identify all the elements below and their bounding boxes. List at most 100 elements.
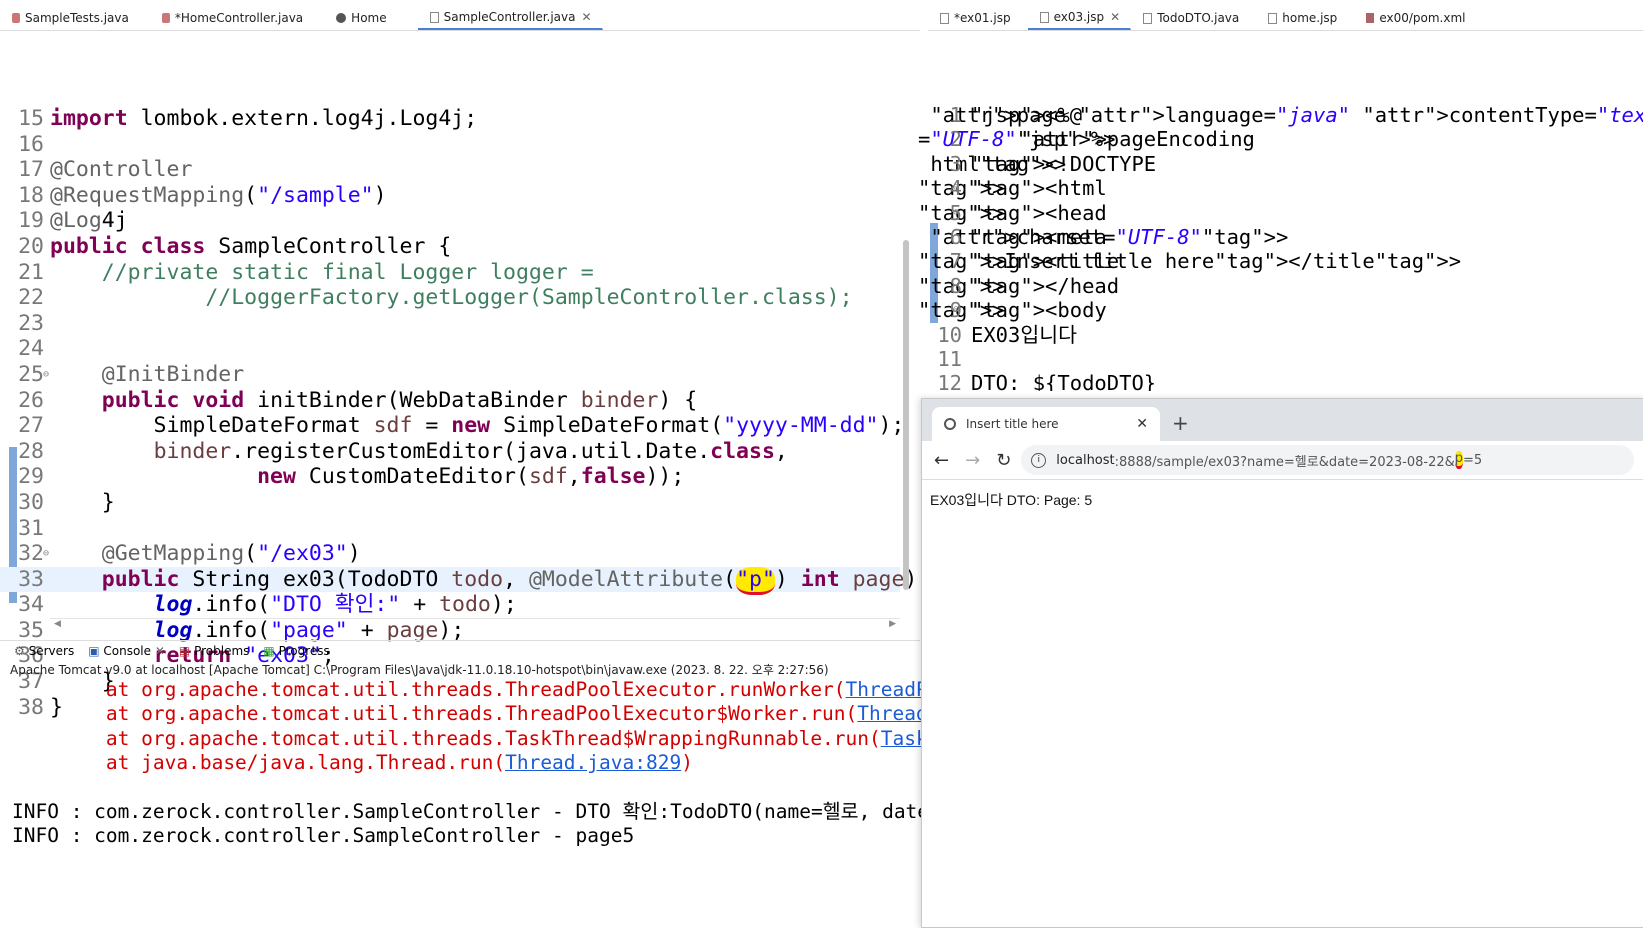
url-query-value: =5 (1463, 452, 1483, 468)
line-number: 22 (18, 285, 44, 311)
code-text: public String ex03(TodoDTO todo, @ModelA… (50, 566, 943, 595)
code-line: 31 (0, 516, 900, 542)
problems-icon: ▤ (178, 643, 191, 658)
line-number: 26 (18, 387, 44, 413)
code-line: 2 "attr">pageEncoding ="UTF-8""jsp">%> (918, 127, 1255, 152)
code-line: 18 @RequestMapping("/sample") (0, 183, 900, 209)
tab-home-controller[interactable]: *HomeController.java (150, 6, 314, 30)
java-editor-tabbar: SampleTests.java *HomeController.java Ho… (0, 0, 920, 31)
tab-pom-xml[interactable]: ex00/pom.xml (1354, 6, 1476, 30)
editor-horizontal-scrollbar[interactable]: ◀ ▶ (50, 618, 900, 631)
code-text: @InitBinder (101, 361, 245, 387)
code-line: 21 //private static final Logger logger … (0, 260, 900, 286)
browser-tab[interactable]: Insert title here ✕ (932, 407, 1160, 441)
tab-home-browser[interactable]: Home (324, 6, 397, 30)
scroll-left-icon[interactable]: ◀ (54, 619, 61, 629)
code-line: 8 "tag"></head "tag">> (918, 273, 1120, 298)
url-host: localhost (1056, 452, 1115, 468)
code-text: "tag"><head (971, 200, 1107, 225)
editor-vertical-scrollbar[interactable] (903, 240, 909, 590)
tab-label: ex00/pom.xml (1379, 11, 1466, 25)
line-number: 28 (18, 438, 44, 464)
code-line: 19 @Log4j (0, 208, 900, 234)
line-number: 15 (18, 106, 44, 131)
code-line: 10 EX03입니다 (918, 323, 1643, 347)
code-text: //LoggerFactory.getLogger(SampleControll… (205, 285, 853, 311)
code-text: SimpleDateFormat sdf = new SimpleDateFor… (50, 413, 905, 439)
close-icon[interactable]: ✕ (582, 10, 592, 24)
tab-label: Problems (194, 643, 250, 658)
code-line: 24 (0, 336, 900, 362)
line-number: 10 (937, 322, 962, 347)
fold-icon[interactable]: ⊖ (953, 176, 959, 200)
close-icon[interactable]: ✕ (1110, 10, 1120, 24)
tab-problems[interactable]: ▤ Problems (179, 644, 249, 658)
console-icon: ▣ (88, 643, 100, 658)
fold-icon[interactable]: ⊖ (43, 362, 49, 388)
code-line: 12 DTO: ${TodoDTO} (918, 371, 1643, 391)
jsp-file-icon (1268, 12, 1278, 24)
tab-tododto[interactable]: TodoDTO.java (1131, 6, 1250, 30)
code-text: public class SampleController { (50, 233, 452, 259)
code-text: @Log4j (50, 208, 128, 234)
code-line: 15 import lombok.extern.log4j.Log4j; (0, 106, 900, 132)
back-icon[interactable]: ← (934, 450, 949, 471)
fold-icon[interactable]: ⊖ (953, 201, 959, 225)
jsp-editor[interactable]: 1 "jsp"><%@ "attr">page "attr">language="… (918, 31, 1643, 391)
url-path: :8888/sample/ex03?name=헬로&date=2023-08-2… (1114, 454, 1455, 470)
line-number: 24 (18, 336, 44, 362)
close-icon[interactable]: ✕ (155, 644, 165, 658)
fold-icon[interactable]: ⊖ (953, 298, 959, 322)
tab-home-jsp[interactable]: home.jsp (1256, 6, 1348, 30)
code-line: 16 (0, 132, 900, 158)
code-line: 3 "tag"><!DOCTYPE html"tag">> (918, 151, 1157, 176)
tab-label: Home (351, 11, 387, 25)
forward-icon[interactable]: → (965, 450, 980, 471)
line-number: 2 (949, 127, 962, 152)
tab-console[interactable]: ▣ Console ✕ (88, 644, 165, 658)
tab-label: Console (103, 643, 152, 658)
console-process-title: Apache Tomcat v9.0 at localhost [Apache … (10, 663, 829, 677)
line-number: 30 (18, 489, 44, 515)
line-number: 25 (18, 361, 44, 387)
fold-icon[interactable]: ⊖ (43, 541, 49, 567)
tab-servers[interactable]: ⚙ Servers (14, 644, 74, 658)
reload-icon[interactable]: ↻ (996, 450, 1011, 471)
stacktrace-link[interactable]: Thread.java:829 (505, 751, 681, 774)
tab-progress[interactable]: ▦ Progress (263, 644, 329, 658)
line-number: 27 (18, 413, 44, 439)
java-file-icon (429, 11, 439, 23)
code-text: //private static final Logger logger = (101, 259, 594, 285)
java-editor[interactable]: 15 import lombok.extern.log4j.Log4j; 16 17 @… (0, 31, 943, 720)
code-line: 33 public String ex03(TodoDTO todo, @Mod… (0, 566, 943, 595)
code-line: 27 SimpleDateFormat sdf = new SimpleDate… (0, 413, 904, 439)
code-line: 28 binder.registerCustomEditor(java.util… (0, 439, 900, 465)
tab-label: home.jsp (1282, 11, 1338, 25)
tab-sample-tests[interactable]: SampleTests.java (0, 6, 140, 30)
code-line: 6 "tag"><meta "attr">charset="UTF-8""tag"… (918, 225, 1643, 249)
code-text: "tag"></head (971, 273, 1120, 298)
line-number: 31 (18, 515, 44, 541)
servers-icon: ⚙ (14, 643, 25, 658)
new-tab-icon[interactable]: + (1172, 411, 1189, 435)
info-icon[interactable]: i (1031, 452, 1047, 468)
scroll-right-icon[interactable]: ▶ (889, 619, 896, 629)
tab-sample-controller[interactable]: SampleController.java ✕ (417, 6, 603, 30)
line-number: 18 (18, 182, 44, 208)
line-number: 33 (18, 566, 44, 592)
browser-tab-title: Insert title here (966, 417, 1059, 431)
line-number: 1 (949, 103, 962, 127)
code-text: log.info("DTO 확인:" + todo); (153, 592, 517, 618)
line-number: 32 (18, 541, 44, 567)
code-line: 5 ⊖ "tag"><head "tag">> (918, 200, 1107, 225)
tab-label: *HomeController.java (174, 11, 304, 25)
tab-ex01-jsp[interactable]: *ex01.jsp (928, 6, 1022, 30)
code-text: binder.registerCustomEditor(java.util.Da… (153, 438, 788, 464)
code-text: "tag"><meta (971, 224, 1107, 249)
tab-ex03-jsp[interactable]: ex03.jsp ✕ (1027, 6, 1132, 30)
line-number: 3 (949, 151, 962, 176)
address-bar[interactable]: i localhost:8888/sample/ex03?name=헬로&dat… (1021, 445, 1634, 475)
code-text: "tag"><html (971, 176, 1107, 201)
tab-label: TodoDTO.java (1157, 11, 1240, 25)
close-icon[interactable]: ✕ (1136, 416, 1148, 432)
